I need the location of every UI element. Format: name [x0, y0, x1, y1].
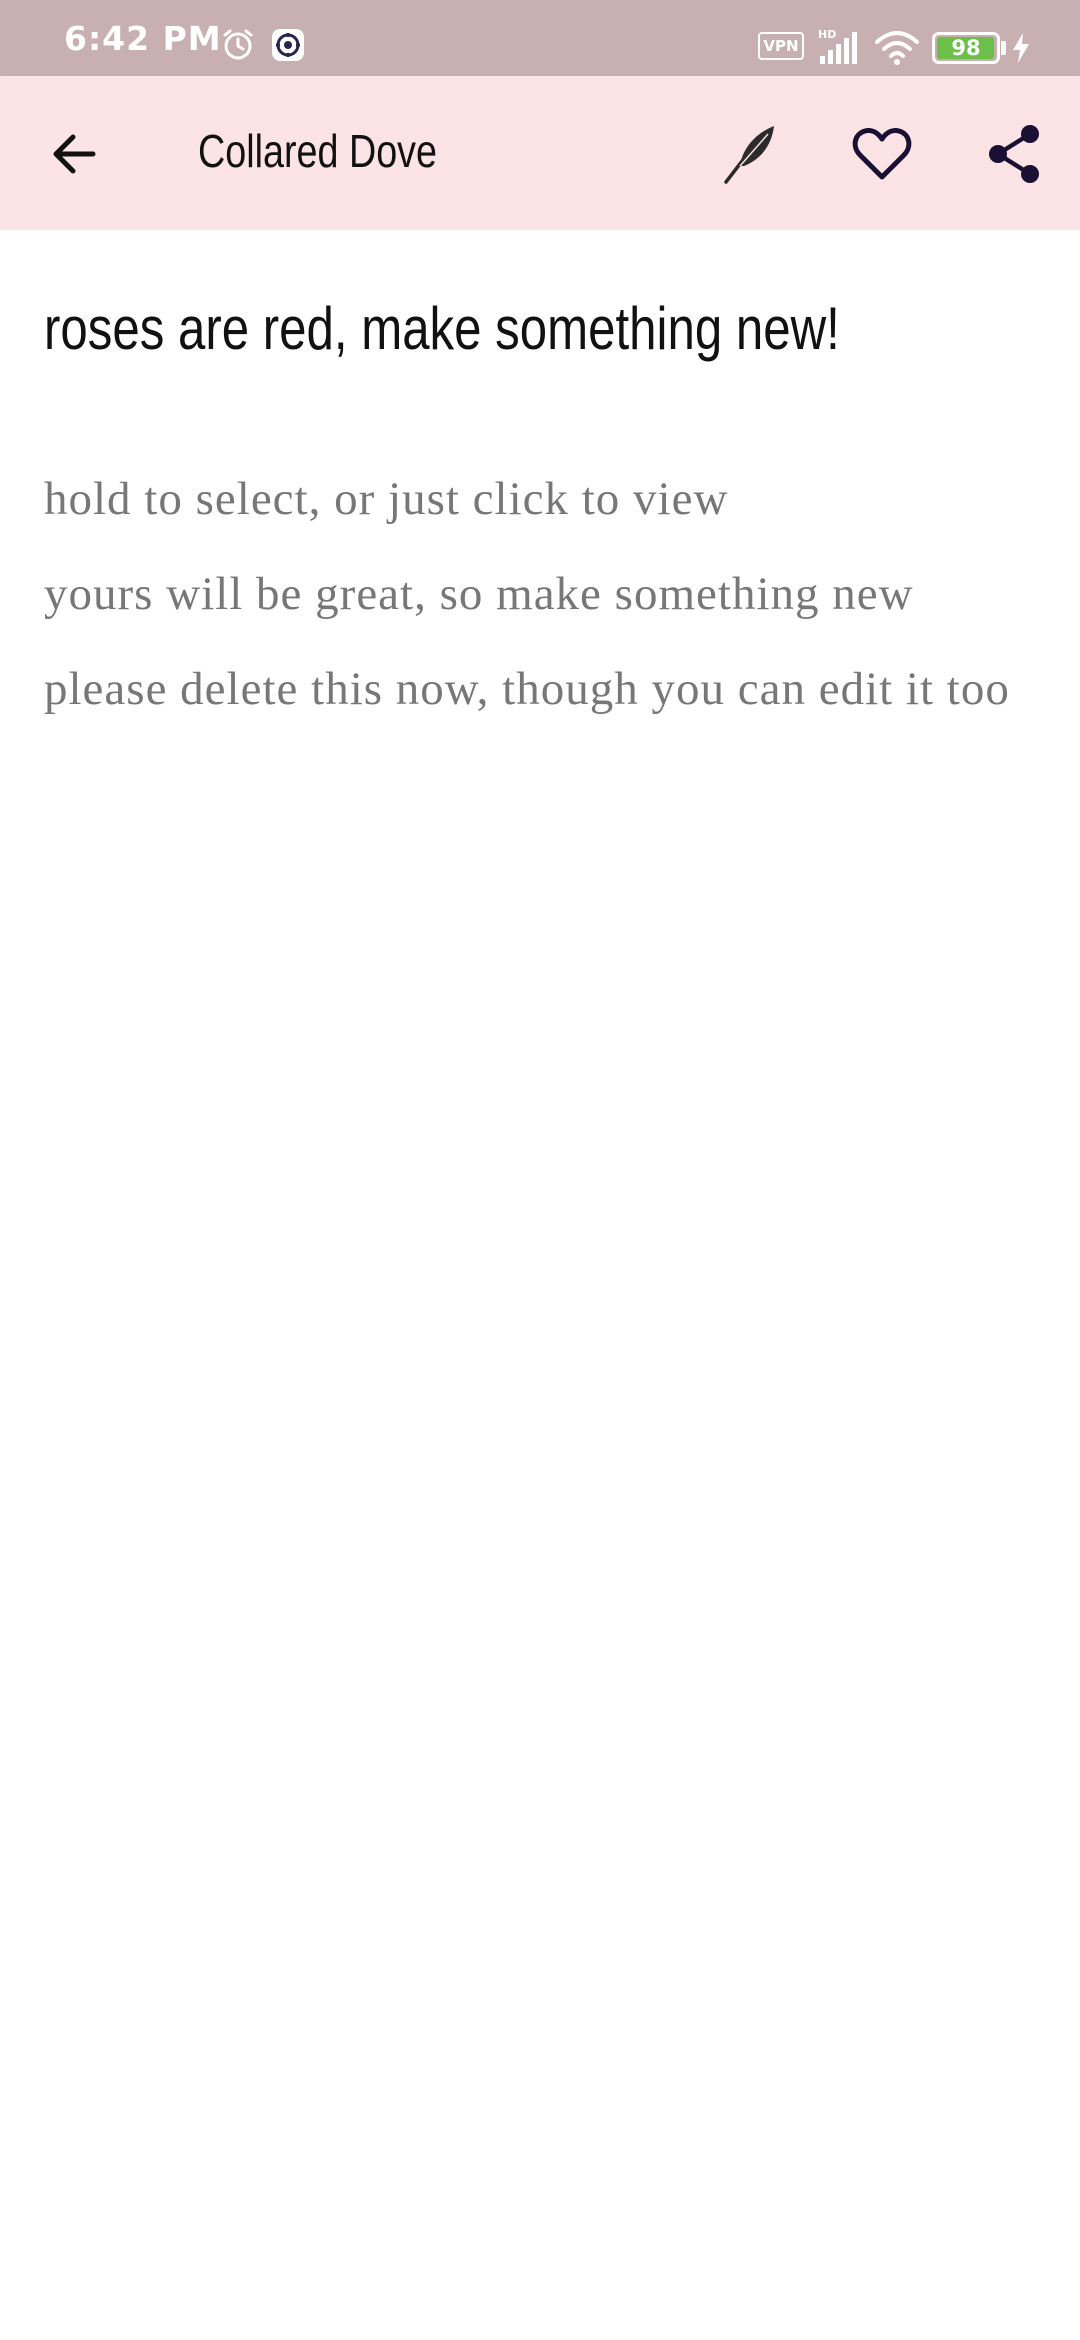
edit-button[interactable] [708, 112, 792, 196]
charging-icon [1013, 33, 1029, 63]
poem-line[interactable]: yours will be great, so make something n… [44, 547, 1044, 642]
poem-line[interactable]: hold to select, or just click to view [44, 452, 1044, 547]
battery-tip [1001, 41, 1006, 55]
vpn-icon: VPN [758, 32, 804, 60]
battery-level-text: 98 [951, 36, 981, 60]
poem-line[interactable]: please delete this now, though you can e… [44, 642, 1044, 737]
poem-body[interactable]: hold to select, or just click to view yo… [44, 452, 1044, 737]
back-button[interactable] [32, 112, 116, 196]
poem-view: roses are red, make something new! hold … [0, 230, 1080, 2340]
signal-icon: HD [818, 28, 857, 64]
app-bar: Collared Dove [0, 76, 1080, 230]
share-icon [989, 125, 1039, 183]
share-button[interactable] [972, 112, 1056, 196]
feather-quill-icon [724, 126, 774, 184]
hd-label: HD [818, 28, 836, 41]
favorite-button[interactable] [840, 112, 924, 196]
app-title: Collared Dove [198, 125, 438, 177]
status-time: 6:42 PM [64, 19, 222, 58]
status-bar: 6:42 PM VPN HD 98 [0, 0, 1080, 76]
app-notification-icon [272, 29, 304, 61]
wifi-icon [875, 31, 919, 65]
alarm-icon [223, 29, 253, 60]
heart-outline-icon [852, 128, 912, 180]
battery-icon: 98 [932, 32, 1000, 64]
arrow-left-icon [53, 134, 96, 174]
poem-title[interactable]: roses are red, make something new! [44, 294, 840, 363]
